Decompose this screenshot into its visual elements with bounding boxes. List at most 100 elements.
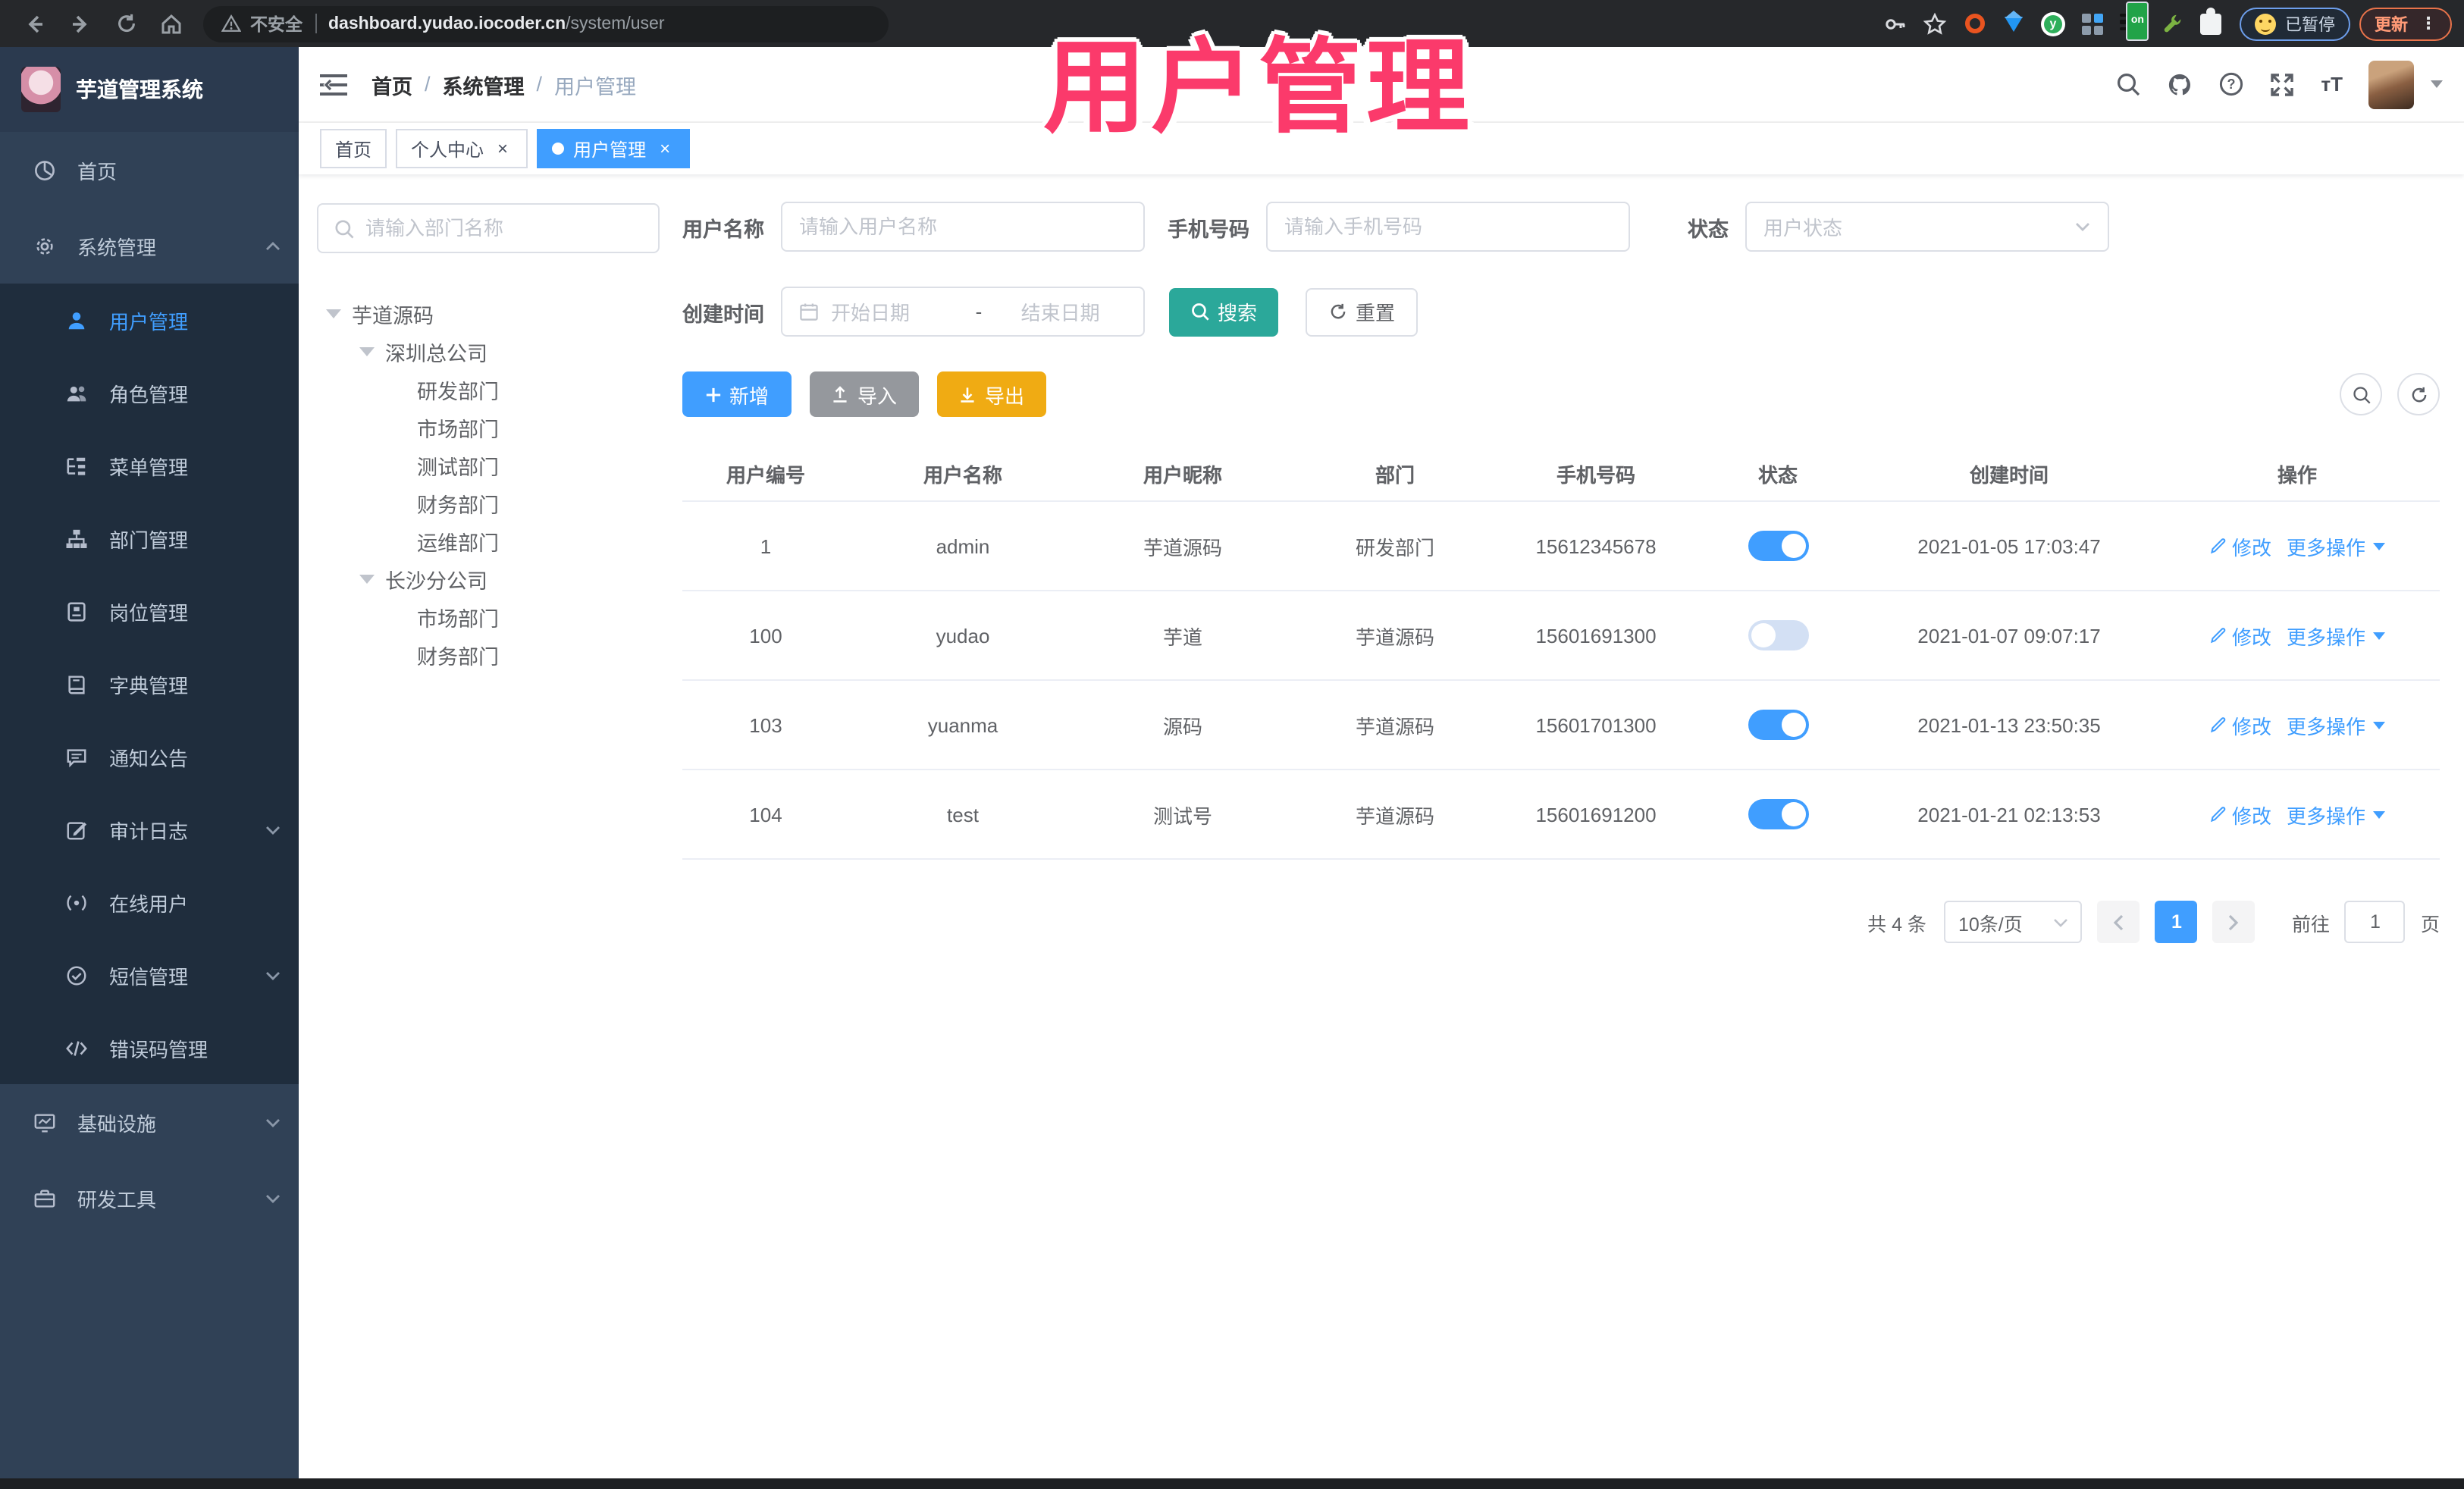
- tree-node[interactable]: 财务部门: [317, 635, 660, 673]
- status-toggle[interactable]: [1748, 531, 1808, 561]
- book-icon: [65, 672, 88, 695]
- tree-node[interactable]: 长沙分公司: [317, 560, 660, 597]
- browser-home-button[interactable]: [153, 5, 190, 42]
- tag-profile[interactable]: 个人中心 ×: [396, 129, 528, 168]
- tree-node[interactable]: 市场部门: [317, 597, 660, 635]
- caret-down-icon[interactable]: [326, 309, 341, 318]
- extension-on-badge-icon[interactable]: on: [2115, 1, 2149, 40]
- sidebar-submenu-system: 用户管理 角色管理 菜单管理 部门管理 岗位管理 字典管理 通知公告 审计日志 …: [0, 284, 299, 1084]
- status-toggle[interactable]: [1748, 799, 1808, 829]
- tag-home[interactable]: 首页: [320, 129, 387, 168]
- sidebar-item-role-mgmt[interactable]: 角色管理: [0, 356, 299, 429]
- chevron-down-icon: [2373, 632, 2386, 639]
- extension-orange-icon[interactable]: [1958, 7, 1991, 40]
- sidebar-item-online-users[interactable]: 在线用户: [0, 866, 299, 939]
- caret-down-icon[interactable]: [359, 346, 375, 356]
- font-size-icon[interactable]: ᴛT: [2321, 73, 2343, 96]
- plus-icon: [706, 387, 721, 402]
- search-button[interactable]: 搜索: [1169, 287, 1279, 336]
- edit-link[interactable]: 修改: [2209, 710, 2271, 739]
- toggle-search-button[interactable]: [2340, 373, 2382, 415]
- page-size-select[interactable]: 10条/页: [1944, 901, 2083, 943]
- more-actions-link[interactable]: 更多操作: [2287, 800, 2386, 829]
- help-icon[interactable]: ?: [2218, 71, 2243, 97]
- prev-page-button[interactable]: [2097, 901, 2140, 943]
- sidebar-item-user-mgmt[interactable]: 用户管理: [0, 284, 299, 356]
- chevron-down-icon: [2373, 721, 2386, 729]
- mobile-input[interactable]: [1284, 215, 1612, 238]
- browser-back-button[interactable]: [17, 5, 53, 42]
- edit-link[interactable]: 修改: [2209, 531, 2271, 560]
- username-field-wrap: [781, 202, 1145, 252]
- github-icon[interactable]: [2166, 71, 2192, 97]
- more-actions-link[interactable]: 更多操作: [2287, 621, 2386, 650]
- browser-refresh-button[interactable]: [108, 5, 144, 42]
- avatar-caret-icon[interactable]: [2431, 80, 2443, 88]
- col-header: 用户编号: [726, 463, 805, 486]
- close-icon[interactable]: ×: [655, 139, 675, 158]
- dept-search-input[interactable]: [365, 217, 643, 240]
- extension-green-circle-icon[interactable]: y: [2036, 7, 2070, 40]
- paused-label: 已暂停: [2285, 16, 2335, 34]
- sidebar-item-errcode-mgmt[interactable]: 错误码管理: [0, 1011, 299, 1084]
- extensions-puzzle-icon[interactable]: [2194, 7, 2227, 40]
- user-avatar[interactable]: [2368, 60, 2414, 108]
- app-logo-row[interactable]: 芋道管理系统: [0, 47, 299, 132]
- more-actions-link[interactable]: 更多操作: [2287, 710, 2386, 739]
- tree-node[interactable]: 测试部门: [317, 446, 660, 484]
- add-button[interactable]: 新增: [682, 371, 792, 417]
- goto-page-input[interactable]: [2344, 901, 2406, 943]
- tree-node[interactable]: 研发部门: [317, 370, 660, 408]
- edit-link[interactable]: 修改: [2209, 800, 2271, 829]
- export-button[interactable]: 导出: [937, 371, 1046, 417]
- sidebar-item-menu-mgmt[interactable]: 菜单管理: [0, 429, 299, 502]
- page-number-button[interactable]: 1: [2155, 901, 2198, 943]
- sidebar-item-dict-mgmt[interactable]: 字典管理: [0, 647, 299, 720]
- reset-button[interactable]: 重置: [1306, 287, 1419, 336]
- sidebar-item-sms-mgmt[interactable]: 短信管理: [0, 939, 299, 1011]
- fullscreen-icon[interactable]: [2269, 71, 2295, 97]
- chrome-update-button[interactable]: 更新 ⋮: [2359, 7, 2452, 40]
- sidebar-item-audit-log[interactable]: 审计日志: [0, 793, 299, 866]
- search-icon[interactable]: [2114, 71, 2140, 97]
- import-button[interactable]: 导入: [810, 371, 919, 417]
- tree-node[interactable]: 深圳总公司: [317, 332, 660, 370]
- profile-paused-chip[interactable]: 已暂停: [2240, 7, 2350, 40]
- sidebar-item-devtools[interactable]: 研发工具: [0, 1160, 299, 1236]
- status-toggle[interactable]: [1748, 620, 1808, 650]
- extension-grid-icon[interactable]: [2076, 7, 2109, 40]
- breadcrumb-system[interactable]: 系统管理: [443, 69, 525, 99]
- browser-menu-icon[interactable]: ⋮: [2420, 14, 2437, 33]
- browser-forward-button[interactable]: [62, 5, 99, 42]
- close-icon[interactable]: ×: [493, 139, 513, 158]
- tree-node[interactable]: 市场部门: [317, 408, 660, 446]
- tree-node[interactable]: 财务部门: [317, 484, 660, 522]
- password-key-icon[interactable]: [1879, 7, 1912, 40]
- extension-wrench-icon[interactable]: [2155, 7, 2188, 40]
- bookmark-star-icon[interactable]: [1918, 7, 1951, 40]
- sidebar-item-infra[interactable]: 基础设施: [0, 1084, 299, 1160]
- refresh-table-button[interactable]: [2397, 373, 2440, 415]
- date-range-picker[interactable]: 开始日期 - 结束日期: [781, 287, 1145, 337]
- breadcrumb-home[interactable]: 首页: [371, 69, 412, 99]
- address-bar[interactable]: 不安全 dashboard.yudao.iocoder.cn/system/us…: [203, 5, 889, 42]
- sidebar-item-home[interactable]: 首页: [0, 132, 299, 208]
- next-page-button[interactable]: [2212, 901, 2256, 943]
- sidebar-item-dept-mgmt[interactable]: 部门管理: [0, 502, 299, 575]
- extension-gem-icon[interactable]: [1997, 7, 2030, 40]
- sidebar-item-notice[interactable]: 通知公告: [0, 720, 299, 793]
- username-label: 用户名称: [682, 218, 764, 240]
- sidebar-item-system[interactable]: 系统管理: [0, 208, 299, 284]
- status-toggle[interactable]: [1748, 710, 1808, 740]
- status-select[interactable]: 用户状态: [1745, 202, 2109, 252]
- sidebar-item-post-mgmt[interactable]: 岗位管理: [0, 575, 299, 647]
- caret-down-icon[interactable]: [359, 574, 375, 583]
- username-input[interactable]: [799, 215, 1127, 238]
- sidebar-collapse-icon[interactable]: [320, 74, 347, 95]
- tree-node[interactable]: 运维部门: [317, 522, 660, 560]
- more-actions-link[interactable]: 更多操作: [2287, 531, 2386, 560]
- sidebar-item-label: 字典管理: [109, 674, 189, 697]
- tag-user-mgmt[interactable]: 用户管理 ×: [537, 129, 691, 168]
- tree-node[interactable]: 芋道源码: [317, 294, 660, 332]
- edit-link[interactable]: 修改: [2209, 621, 2271, 650]
